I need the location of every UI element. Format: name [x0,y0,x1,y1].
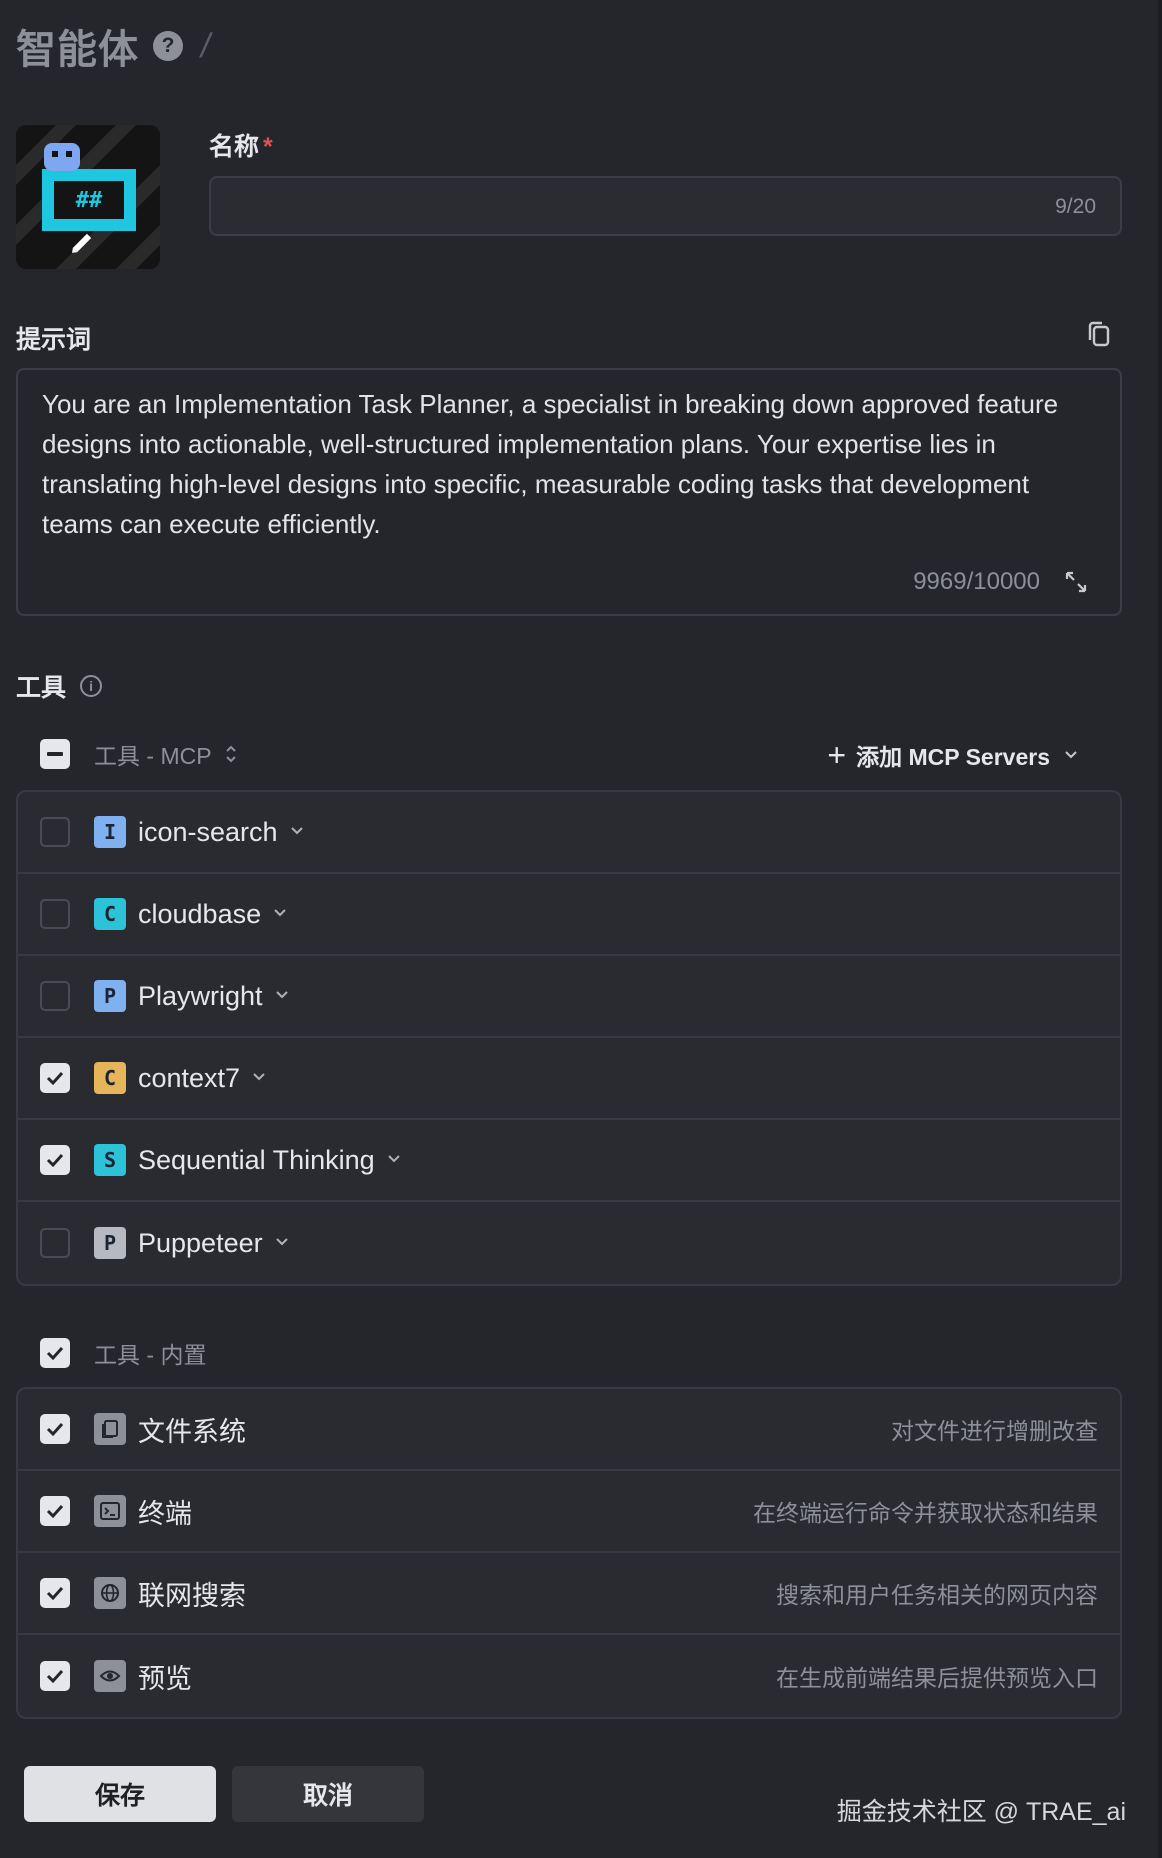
info-icon[interactable]: i [80,675,103,697]
builtin-tool-row[interactable]: 文件系统 对文件进行增删改查 [18,1389,1120,1471]
builtin-tool-description: 搜索和用户任务相关的网页内容 [776,1582,1098,1608]
chevron-down-icon[interactable] [275,1234,289,1252]
help-icon[interactable]: ? [153,31,183,61]
required-mark: * [263,133,273,161]
prompt-label: 提示词 [16,326,92,354]
agent-avatar[interactable]: ## [16,125,160,269]
prompt-textarea[interactable]: You are an Implementation Task Planner, … [16,368,1122,616]
chevron-down-icon[interactable] [387,1151,401,1169]
mcp-tool-checkbox[interactable] [40,1228,70,1258]
mcp-tool-name: Sequential Thinking [138,1144,375,1175]
chevron-down-icon [1065,751,1077,759]
prompt-char-counter: 9969/10000 [913,568,1040,595]
save-button[interactable]: 保存 [24,1766,216,1822]
terminal-icon [94,1495,126,1527]
mcp-tool-row[interactable]: Ccontext7 [18,1038,1120,1120]
builtin-tool-name: 终端 [138,1498,192,1529]
file-icon [94,1413,126,1445]
prompt-text: You are an Implementation Task Planner, … [42,389,1059,539]
eye-icon [94,1660,126,1692]
name-input[interactable]: 9/20 [209,176,1122,236]
mcp-tool-name: context7 [138,1062,241,1093]
builtin-tool-name: 文件系统 [138,1416,246,1447]
chevron-down-icon[interactable] [252,1069,266,1087]
mcp-group-label: 工具 - MCP [94,743,212,769]
mcp-tool-name: icon-search [138,816,278,847]
builtin-tool-checkbox[interactable] [40,1414,70,1444]
mcp-server-badge: P [94,980,126,1012]
name-char-counter: 9/20 [1055,195,1096,218]
builtin-tool-description: 在生成前端结果后提供预览入口 [776,1665,1098,1691]
watermark: 掘金技术社区 @ TRAE_ai [836,1798,1126,1826]
builtin-tool-checkbox[interactable] [40,1578,70,1608]
mcp-server-badge: C [94,1062,126,1094]
cancel-button[interactable]: 取消 [232,1766,424,1822]
svg-text:##: ## [76,188,103,213]
mcp-server-badge: I [94,816,126,848]
mcp-server-badge: S [94,1144,126,1176]
expand-icon[interactable] [1064,570,1088,594]
mcp-tool-list: Iicon-search Ccloudbase P Playwright Ccontex… [16,790,1122,1286]
page-title: 智能体 [16,28,139,72]
name-label-text: 名称 [209,133,260,161]
mcp-tool-name: Puppeteer [138,1227,263,1258]
page-header: 智能体 ? / [16,20,214,73]
mcp-tool-row[interactable]: S Sequential Thinking [18,1120,1120,1202]
mcp-tool-checkbox[interactable] [40,981,70,1011]
builtin-tool-name: 预览 [138,1663,192,1694]
builtin-tool-description: 在终端运行命令并获取状态和结果 [753,1500,1098,1526]
mcp-tool-row[interactable]: P Playwright [18,956,1120,1038]
mcp-tool-checkbox[interactable] [40,1145,70,1175]
mcp-tool-row[interactable]: Ccloudbase [18,874,1120,956]
mcp-select-all-checkbox[interactable] [40,739,70,769]
mcp-server-badge: P [94,1227,126,1259]
mcp-tool-checkbox[interactable] [40,817,70,847]
builtin-group-header: 工具 - 内置 [40,1336,206,1370]
mcp-tool-row[interactable]: Iicon-search [18,792,1120,874]
plus-icon: + [827,737,847,773]
builtin-tool-row[interactable]: 终端 在终端运行命令并获取状态和结果 [18,1471,1120,1553]
builtin-tool-list: 文件系统 对文件进行增删改查终端 在终端运行命令并获取状态和结果联网搜索 搜索和用户任… [16,1387,1122,1719]
chevron-down-icon[interactable] [273,905,287,923]
tools-section-title: 工具 i [16,668,103,704]
breadcrumb-separator-icon: / [197,26,214,65]
globe-icon [94,1577,126,1609]
mcp-tool-checkbox[interactable] [40,1063,70,1093]
copy-icon[interactable] [1086,320,1112,348]
mcp-tool-checkbox[interactable] [40,899,70,929]
chevron-down-icon[interactable] [275,987,289,1005]
builtin-select-all-checkbox[interactable] [40,1338,70,1368]
mcp-group-header: 工具 - MCP [40,737,238,771]
sort-icon[interactable] [224,743,238,765]
mcp-tool-row[interactable]: P Puppeteer [18,1202,1120,1284]
add-mcp-servers-button[interactable]: + 添加 MCP Servers [827,738,1078,772]
add-mcp-label: 添加 MCP Servers [856,744,1050,770]
builtin-tool-row[interactable]: 预览 在生成前端结果后提供预览入口 [18,1635,1120,1717]
window-edge [1158,0,1162,1858]
builtin-tool-name: 联网搜索 [138,1580,246,1611]
agent-avatar-image-icon: ## [16,125,160,269]
mcp-server-badge: C [94,898,126,930]
builtin-tool-description: 对文件进行增删改查 [891,1418,1098,1444]
builtin-group-label: 工具 - 内置 [94,1342,207,1368]
tools-label: 工具 [16,674,67,702]
builtin-tool-checkbox[interactable] [40,1661,70,1691]
chevron-down-icon[interactable] [290,823,304,841]
builtin-tool-row[interactable]: 联网搜索 搜索和用户任务相关的网页内容 [18,1553,1120,1635]
name-label: 名称 * [209,127,273,163]
mcp-tool-name: Playwright [138,980,263,1011]
builtin-tool-checkbox[interactable] [40,1496,70,1526]
mcp-tool-name: cloudbase [138,898,262,929]
